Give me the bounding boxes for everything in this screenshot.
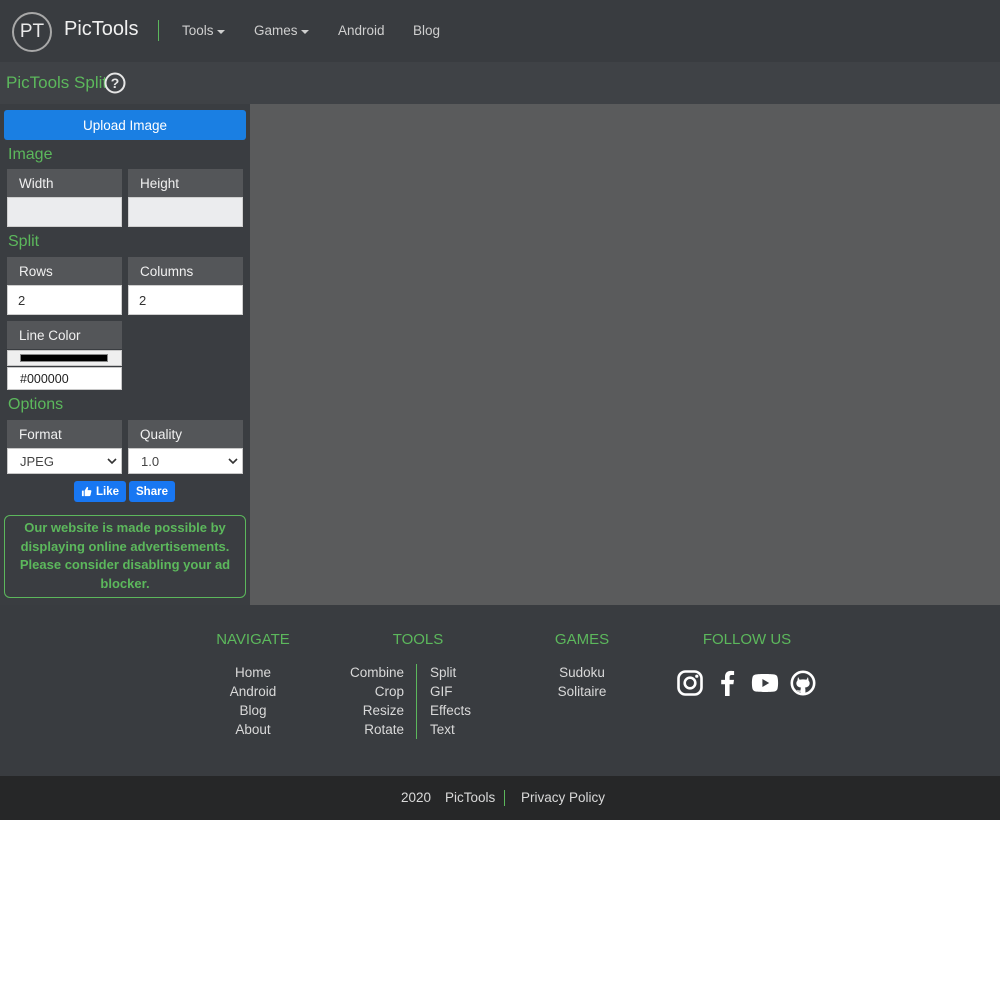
chevron-down-icon — [107, 458, 117, 465]
width-label: Width — [7, 169, 122, 197]
quality-selected-value: 1.0 — [141, 453, 160, 469]
format-selected-value: JPEG — [20, 453, 54, 469]
youtube-icon[interactable] — [751, 669, 779, 697]
brand-link[interactable]: PicTools — [64, 18, 138, 41]
footer-link-about[interactable]: About — [203, 722, 303, 737]
footer-heading-navigate: NAVIGATE — [216, 631, 290, 648]
facebook-like-button[interactable]: Like — [74, 481, 126, 502]
sidebar: Upload Image Image Width Height Split Ro… — [0, 104, 250, 605]
upload-image-button[interactable]: Upload Image — [4, 110, 246, 140]
footer-link-combine[interactable]: Combine — [330, 665, 404, 680]
quality-label: Quality — [128, 420, 243, 448]
help-icon[interactable]: ? — [104, 72, 126, 94]
footer-link-text[interactable]: Text — [430, 722, 455, 737]
nav-games-label: Games — [254, 23, 298, 38]
footer-link-split[interactable]: Split — [430, 665, 456, 680]
line-color-label: Line Color — [7, 321, 122, 349]
caret-down-icon — [216, 29, 225, 34]
copyright-brand-link[interactable]: PicTools — [445, 790, 495, 805]
footer-link-resize[interactable]: Resize — [330, 703, 404, 718]
footer-link-gif[interactable]: GIF — [430, 684, 453, 699]
ad-blocker-notice: Our website is made possible by displayi… — [4, 515, 246, 598]
height-input[interactable] — [128, 197, 243, 227]
nav-games-dropdown[interactable]: Games — [254, 23, 309, 38]
chevron-down-icon — [228, 458, 238, 465]
footer-link-blog[interactable]: Blog — [203, 703, 303, 718]
thumbs-up-icon — [81, 486, 92, 497]
facebook-share-button[interactable]: Share — [129, 481, 175, 502]
footer-link-sudoku[interactable]: Sudoku — [532, 665, 632, 680]
rows-input[interactable] — [7, 285, 122, 315]
instagram-icon[interactable] — [676, 669, 704, 697]
footer-link-solitaire[interactable]: Solitaire — [532, 684, 632, 699]
rows-label: Rows — [7, 257, 122, 285]
format-label: Format — [7, 420, 122, 448]
copyright-year: 2020 — [401, 790, 432, 805]
image-canvas[interactable] — [250, 104, 1000, 605]
section-title-image: Image — [8, 146, 53, 163]
footer-link-crop[interactable]: Crop — [330, 684, 404, 699]
caret-down-icon — [300, 29, 309, 34]
footer-heading-tools: TOOLS — [392, 631, 444, 648]
footer-tools-divider — [416, 664, 417, 739]
nav-tools-label: Tools — [182, 23, 214, 38]
like-label: Like — [95, 485, 119, 498]
columns-label: Columns — [128, 257, 243, 285]
footer-heading-follow: FOLLOW US — [702, 631, 792, 648]
footer-heading-games: GAMES — [554, 631, 610, 648]
footer-link-rotate[interactable]: Rotate — [330, 722, 404, 737]
logo-text: PT — [19, 21, 45, 42]
nav-tools-dropdown[interactable]: Tools — [182, 23, 225, 38]
footer-link-android[interactable]: Android — [203, 684, 303, 699]
footer: NAVIGATE Home Android Blog About TOOLS C… — [0, 605, 1000, 776]
github-icon[interactable] — [789, 669, 817, 697]
copyright-bar: 2020 PicTools Privacy Policy — [0, 776, 1000, 820]
width-input[interactable] — [7, 197, 122, 227]
columns-input[interactable] — [128, 285, 243, 315]
color-swatch-bar — [20, 354, 108, 362]
footer-link-home[interactable]: Home — [203, 665, 303, 680]
footer-link-effects[interactable]: Effects — [430, 703, 471, 718]
nav-divider — [158, 20, 159, 41]
section-title-split: Split — [8, 233, 40, 250]
nav-android-link[interactable]: Android — [338, 23, 385, 38]
logo[interactable]: PT — [12, 12, 52, 52]
title-bar: PicTools Split ? — [0, 62, 1000, 104]
height-label: Height — [128, 169, 243, 197]
format-select[interactable]: JPEG — [7, 448, 122, 474]
facebook-icon[interactable] — [714, 669, 742, 697]
navbar: PT PicTools Tools Games Android Blog — [0, 0, 1000, 62]
page-title: PicTools Split — [6, 73, 108, 92]
quality-select[interactable]: 1.0 — [128, 448, 243, 474]
privacy-policy-link[interactable]: Privacy Policy — [521, 790, 605, 805]
line-color-picker[interactable] — [7, 350, 122, 366]
svg-text:?: ? — [111, 75, 120, 91]
section-title-options: Options — [8, 396, 64, 413]
line-color-hex-input[interactable]: #000000 — [7, 367, 122, 390]
bottom-divider — [504, 790, 505, 806]
nav-blog-link[interactable]: Blog — [413, 23, 440, 38]
